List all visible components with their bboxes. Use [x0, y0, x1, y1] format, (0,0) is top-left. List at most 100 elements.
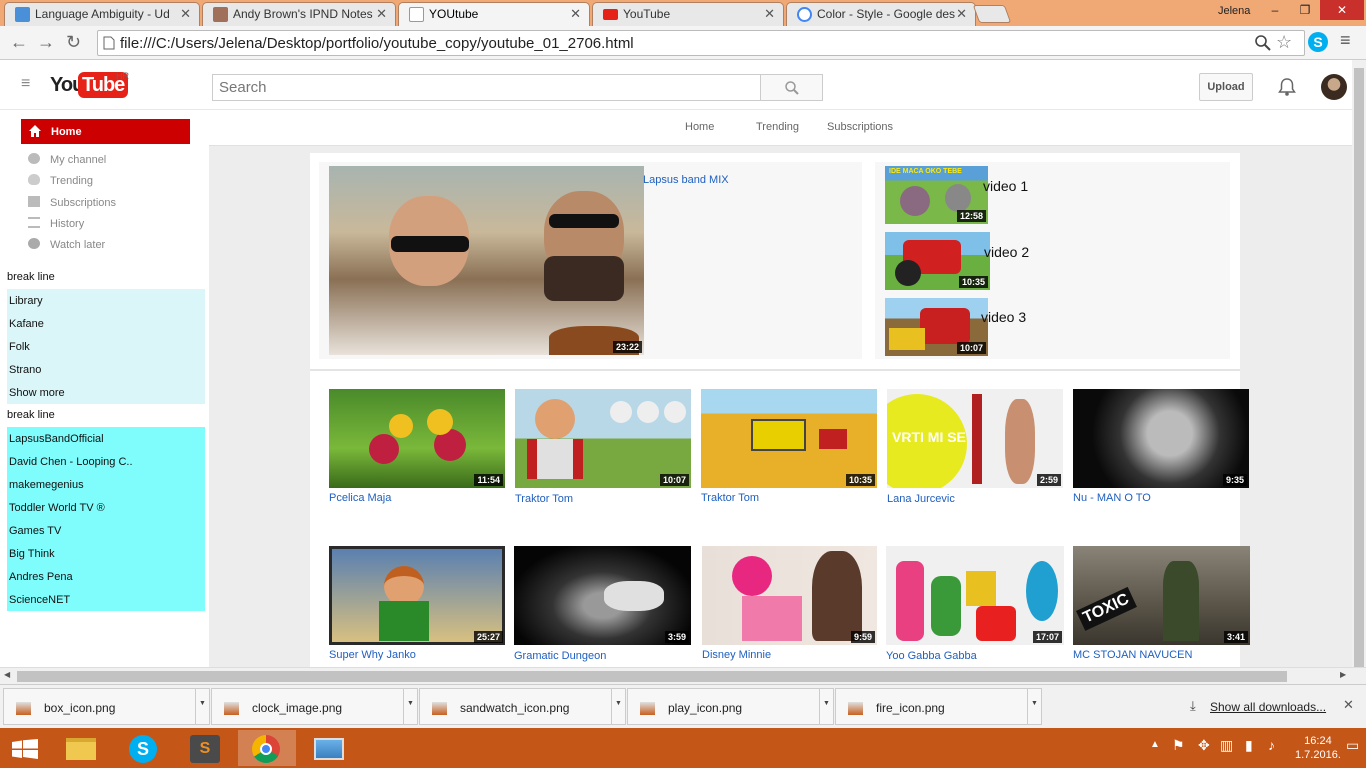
sidebar-item-history[interactable]: History: [28, 217, 84, 230]
search-input[interactable]: [212, 74, 761, 101]
video-thumbnail[interactable]: 17:07: [886, 546, 1064, 645]
sync-icon[interactable]: ▥: [1220, 737, 1233, 754]
video-thumbnail[interactable]: VRTI MI SE 2:59: [887, 389, 1063, 488]
browser-tab-ipnd-notes[interactable]: Andy Brown's IPND Notes ✕: [202, 2, 396, 26]
sidebar-item-my-channel[interactable]: My channel: [28, 153, 106, 166]
close-tab-icon[interactable]: ✕: [376, 6, 387, 22]
video-title[interactable]: Yoo Gabba Gabba: [886, 650, 977, 662]
subscription-item[interactable]: Andres Pena: [7, 565, 205, 588]
subscription-item[interactable]: Big Think: [7, 542, 205, 565]
browser-tab-youtube[interactable]: YouTube ✕: [592, 2, 784, 26]
video-thumbnail[interactable]: 25:27: [329, 546, 505, 645]
featured-video-title[interactable]: Lapsus band MIX: [643, 174, 729, 186]
tab-subscriptions[interactable]: Subscriptions: [827, 121, 893, 133]
close-tab-icon[interactable]: ✕: [956, 6, 967, 22]
subscription-item[interactable]: makemegenius: [7, 473, 205, 496]
subscription-item[interactable]: Games TV: [7, 519, 205, 542]
chevron-down-icon[interactable]: ▼: [1027, 689, 1041, 724]
sidebar-item-home[interactable]: Home: [21, 119, 190, 144]
close-icon[interactable]: ✕: [1343, 697, 1354, 713]
avatar[interactable]: [1321, 74, 1347, 100]
browser-tab-youtube-copy[interactable]: YOUtube ✕: [398, 2, 590, 26]
chevron-down-icon[interactable]: ▼: [403, 689, 417, 724]
vertical-scrollbar[interactable]: [1352, 60, 1366, 688]
download-item[interactable]: clock_image.png ▼: [211, 688, 418, 725]
start-button[interactable]: [0, 730, 50, 766]
video-title[interactable]: Nu - MAN O TO: [1073, 492, 1151, 504]
side-video-thumbnail[interactable]: 10:35: [885, 232, 990, 290]
sidebar-item-watch-later[interactable]: Watch later: [28, 238, 105, 251]
show-hidden-icons-icon[interactable]: ▲: [1150, 739, 1160, 750]
side-video-title[interactable]: video 3: [981, 309, 1026, 325]
video-title[interactable]: MC STOJAN NAVUCEN: [1073, 649, 1192, 661]
chrome-taskbar-button[interactable]: [238, 730, 296, 766]
video-thumbnail[interactable]: 10:35: [701, 389, 877, 488]
video-title[interactable]: Lana Jurcevic: [887, 493, 955, 505]
file-explorer-taskbar-button[interactable]: [52, 730, 110, 766]
profile-name[interactable]: Jelena: [1218, 5, 1250, 17]
system-clock[interactable]: 16:24 1.7.2016.: [1295, 734, 1341, 762]
featured-thumbnail[interactable]: 23:22: [329, 166, 644, 355]
sublime-taskbar-button[interactable]: S: [176, 730, 234, 766]
video-thumbnail[interactable]: 3:59: [514, 546, 691, 645]
subscription-item[interactable]: Toddler World TV ®: [7, 496, 205, 519]
notifications-icon[interactable]: ▭: [1346, 737, 1359, 754]
scrollbar-thumb[interactable]: [17, 671, 1287, 682]
tab-trending[interactable]: Trending: [756, 121, 799, 133]
sidebar-item-library[interactable]: Library: [7, 289, 205, 312]
video-title[interactable]: Pcelica Maja: [329, 492, 391, 504]
maximize-icon[interactable]: ❐: [1290, 0, 1320, 20]
back-icon[interactable]: ←: [10, 32, 28, 52]
bookmark-star-icon[interactable]: ☆: [1276, 32, 1292, 53]
video-title[interactable]: Gramatic Dungeon: [514, 650, 606, 662]
scroll-left-icon[interactable]: ◀: [4, 670, 10, 679]
sidebar-item-kafane[interactable]: Kafane: [7, 312, 205, 335]
notification-bell-icon[interactable]: [1278, 77, 1296, 97]
sidebar-item-show-more[interactable]: Show more: [7, 381, 205, 404]
browser-tab-language-ambiguity[interactable]: Language Ambiguity - Ud ✕: [4, 2, 200, 26]
close-window-icon[interactable]: ✕: [1320, 0, 1364, 20]
minimize-icon[interactable]: ‒: [1260, 0, 1290, 20]
zoom-icon[interactable]: [1255, 35, 1271, 51]
show-all-downloads-link[interactable]: Show all downloads...: [1210, 700, 1326, 714]
chevron-down-icon[interactable]: ▼: [611, 689, 625, 724]
photos-taskbar-button[interactable]: [300, 730, 358, 766]
sidebar-item-strano[interactable]: Strano: [7, 358, 205, 381]
subscription-item[interactable]: LapsusBandOfficial: [7, 427, 205, 450]
close-tab-icon[interactable]: ✕: [764, 6, 775, 22]
horizontal-scrollbar[interactable]: ◀ ▶: [0, 667, 1366, 684]
download-item[interactable]: fire_icon.png ▼: [835, 688, 1042, 725]
address-bar[interactable]: file:///C:/Users/Jelena/Desktop/portfoli…: [97, 30, 1305, 56]
reload-icon[interactable]: ↻: [66, 32, 81, 52]
side-video-thumbnail[interactable]: IDE MACA OKO TEBE 12:58: [885, 166, 988, 224]
subscription-item[interactable]: David Chen - Looping C..: [7, 450, 205, 473]
video-thumbnail[interactable]: 10:07: [515, 389, 691, 488]
upload-button[interactable]: Upload: [1199, 73, 1253, 101]
sidebar-item-subscriptions[interactable]: Subscriptions: [28, 196, 116, 209]
download-item[interactable]: play_icon.png ▼: [627, 688, 834, 725]
sidebar-item-trending[interactable]: Trending: [28, 174, 93, 187]
side-video-thumbnail[interactable]: 10:07: [885, 298, 988, 356]
skype-taskbar-button[interactable]: S: [114, 730, 172, 766]
video-thumbnail[interactable]: 9:59: [702, 546, 877, 645]
video-thumbnail[interactable]: 11:54: [329, 389, 505, 488]
new-tab-button[interactable]: [972, 5, 1012, 23]
download-item[interactable]: sandwatch_icon.png ▼: [419, 688, 626, 725]
side-video-title[interactable]: video 2: [984, 244, 1029, 260]
close-tab-icon[interactable]: ✕: [180, 6, 191, 22]
tab-home[interactable]: Home: [685, 121, 714, 133]
chevron-down-icon[interactable]: ▼: [819, 689, 833, 724]
network-icon[interactable]: ▮: [1245, 737, 1253, 754]
volume-icon[interactable]: ♪: [1268, 737, 1275, 753]
scrollbar-thumb[interactable]: [1354, 68, 1364, 688]
search-button[interactable]: [760, 74, 823, 101]
video-title[interactable]: Disney Minnie: [702, 649, 771, 661]
chevron-down-icon[interactable]: ▼: [195, 689, 209, 724]
scroll-right-icon[interactable]: ▶: [1340, 670, 1346, 679]
dropbox-icon[interactable]: ✥: [1198, 737, 1210, 754]
hamburger-menu-icon[interactable]: ≡: [21, 75, 30, 93]
sidebar-item-folk[interactable]: Folk: [7, 335, 205, 358]
video-title[interactable]: Traktor Tom: [701, 492, 759, 504]
forward-icon[interactable]: →: [37, 32, 55, 52]
video-thumbnail[interactable]: 9:35: [1073, 389, 1249, 488]
